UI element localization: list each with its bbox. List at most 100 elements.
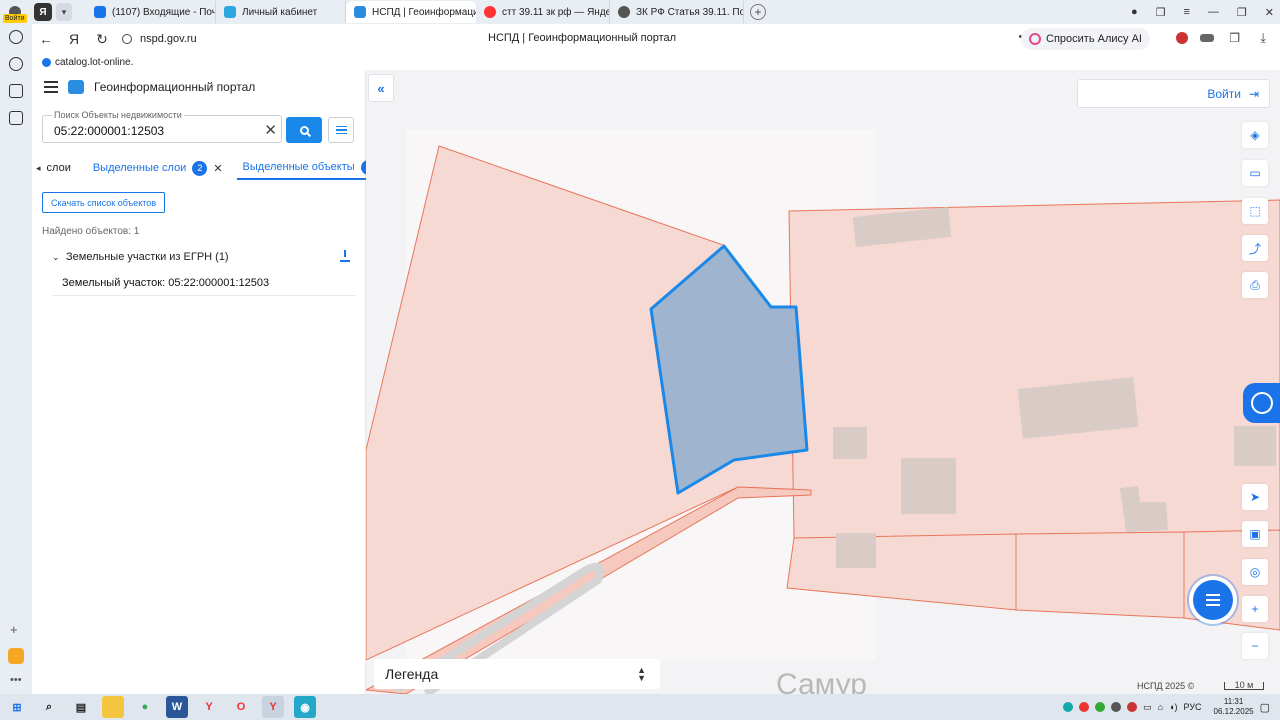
minimize-icon[interactable]: — (1208, 6, 1219, 18)
feedback-button[interactable] (1243, 383, 1280, 423)
tray-app-icon[interactable] (1063, 702, 1074, 712)
reload-icon[interactable]: ↻ (88, 31, 116, 48)
bookmark-lot-online[interactable]: catalog.lot-online. (55, 57, 133, 68)
site-info-icon[interactable] (122, 34, 132, 44)
alice-icon (1029, 33, 1042, 45)
close-icon[interactable]: ✕ (213, 162, 222, 175)
search-icon[interactable]: ⌕ (38, 696, 60, 718)
network-icon[interactable]: ⌂ (1158, 702, 1163, 712)
language-indicator[interactable]: РУС (1184, 702, 1202, 712)
tab-selected-layers-label: Выделенные слои (92, 162, 187, 174)
tray-app-icon[interactable] (1127, 702, 1138, 712)
ruler-button[interactable]: ▭ (1242, 160, 1268, 186)
start-icon[interactable]: ⊞ (6, 696, 28, 718)
print-icon: ⎙ (1250, 277, 1260, 292)
address-bar: ← Я ↻ nspd.gov.ru НСПД | Геоинформационн… (32, 24, 1280, 54)
locate-button[interactable]: ➤ (1242, 484, 1268, 510)
app-icon[interactable] (8, 648, 24, 664)
extension-icon[interactable] (1176, 32, 1188, 44)
download-list-button[interactable]: Скачать список объектов (42, 192, 166, 213)
list-item[interactable]: Земельный участок: 05:22:000001:12503 (52, 270, 356, 296)
opera-icon[interactable]: O (230, 696, 252, 718)
app-5-icon[interactable] (9, 84, 23, 98)
group-land-plots[interactable]: ⌄ Земельные участки из ЕГРН (1) (52, 248, 356, 266)
task-view-icon[interactable]: ▤ (70, 696, 92, 718)
search-button[interactable] (286, 117, 322, 143)
minimap-icon: ▣ (1249, 527, 1261, 541)
app-icon[interactable]: ◉ (294, 696, 316, 718)
word-icon[interactable]: W (166, 696, 188, 718)
chevron-down-icon[interactable]: ⌄ (52, 252, 62, 263)
new-tab-button[interactable]: + (750, 4, 766, 20)
account-icon[interactable]: ● (1131, 6, 1138, 18)
tab-label: Личный кабинет (242, 6, 318, 18)
tray-app-icon[interactable] (1095, 702, 1106, 712)
tab-law[interactable]: ЗК РФ Статья 39.11. Подг (610, 1, 744, 23)
download-icon[interactable] (340, 250, 350, 262)
add-icon[interactable]: + (10, 622, 18, 637)
search-input[interactable]: Поиск Объекты недвижимости 05:22:000001:… (42, 110, 282, 143)
layers-button[interactable]: ◈ (1242, 122, 1268, 148)
parcel-neighbor-east[interactable] (788, 199, 1280, 539)
alice-button[interactable]: Спросить Алису AI (1021, 28, 1150, 50)
close-window-icon[interactable]: ✕ (1265, 6, 1274, 19)
extension-2-icon[interactable] (1200, 34, 1214, 42)
collections-icon[interactable]: ❐ (1229, 31, 1240, 45)
tray-app-icon[interactable] (1079, 702, 1090, 712)
chat-button[interactable] (1193, 580, 1233, 620)
yandex-logo-icon[interactable]: Я (34, 3, 52, 21)
tab-cabinet[interactable]: Личный кабинет (216, 1, 346, 23)
login-button[interactable]: Войти ⇥ (1077, 79, 1270, 108)
zoom-in-button[interactable]: + (1242, 596, 1268, 622)
clock[interactable]: 11:31 06.12.2025 (1214, 697, 1254, 717)
geolocation-button[interactable]: ◎ (1242, 559, 1268, 585)
play-icon[interactable] (9, 57, 23, 71)
back-icon[interactable]: ← (32, 31, 60, 47)
profile-button[interactable]: Войти (0, 0, 30, 24)
tab-layers[interactable]: слои (41, 156, 77, 180)
tray-app-icon[interactable] (1111, 702, 1122, 712)
tab-label: (1107) Входящие - Почта (112, 6, 216, 18)
screenshot-icon[interactable] (9, 111, 23, 125)
download-icon[interactable]: ⤓ (1260, 30, 1266, 46)
collapse-panel-button[interactable]: « (368, 74, 394, 102)
map-view[interactable]: Самур « Войти ⇥ ◈ ▭ ⬚ ⤴ ⎙ ➤ ▣ ◎ + − Леге… (366, 70, 1280, 694)
lot-online-icon (42, 57, 51, 67)
clear-search-icon[interactable]: ✕ (264, 121, 277, 139)
hamburger-menu-icon[interactable] (44, 81, 58, 93)
yandex-icon[interactable]: Y (198, 696, 220, 718)
search-icon (299, 125, 309, 135)
battery-icon[interactable]: ▭ (1143, 702, 1152, 713)
legend-panel[interactable]: Легенда ▲ ▼ (374, 659, 660, 689)
tab-yandex-search[interactable]: стт 39.11 зк рф — Яндекс (476, 1, 610, 23)
restore-icon[interactable]: ❐ (1237, 6, 1247, 19)
file-explorer-icon[interactable] (102, 696, 124, 718)
share-button[interactable]: ⤴ (1242, 235, 1268, 261)
yandex-browser-icon[interactable]: Y (262, 696, 284, 718)
chrome-icon[interactable]: ● (134, 696, 156, 718)
tab-selected-layers[interactable]: Выделенные слои 2 ✕ (87, 156, 229, 180)
bookmarks-icon[interactable]: ❐ (1156, 6, 1166, 19)
filter-button[interactable] (328, 117, 354, 143)
notifications-icon[interactable]: ▢ (1260, 701, 1270, 714)
select-area-button[interactable]: ⬚ (1242, 198, 1268, 224)
menu-icon[interactable]: ≡ (1183, 6, 1189, 18)
history-icon[interactable] (9, 30, 23, 44)
tab-mail[interactable]: (1107) Входящие - Почта (86, 1, 216, 23)
alice-label: Спросить Алису AI (1046, 33, 1142, 45)
tabs-dropdown-icon[interactable]: ▾ (56, 3, 72, 21)
more-icon[interactable]: ••• (10, 674, 22, 686)
parcel-south-2[interactable] (1015, 531, 1185, 619)
building (836, 533, 876, 568)
minimap-button[interactable]: ▣ (1242, 521, 1268, 547)
tab-label: ЗК РФ Статья 39.11. Подг (636, 6, 744, 18)
url-field[interactable]: nspd.gov.ru (122, 33, 197, 45)
zoom-out-button[interactable]: − (1242, 633, 1268, 659)
tab-nspd[interactable]: НСПД | Геоинформаци ✕ (346, 1, 476, 23)
map-canvas[interactable]: Самур (366, 70, 1280, 694)
yandex-home-icon[interactable]: Я (60, 31, 88, 47)
volume-icon[interactable]: ◖) (1169, 702, 1177, 712)
law-icon (618, 6, 630, 18)
expand-icon[interactable]: ▲ ▼ (637, 666, 646, 683)
print-button[interactable]: ⎙ (1242, 272, 1268, 298)
